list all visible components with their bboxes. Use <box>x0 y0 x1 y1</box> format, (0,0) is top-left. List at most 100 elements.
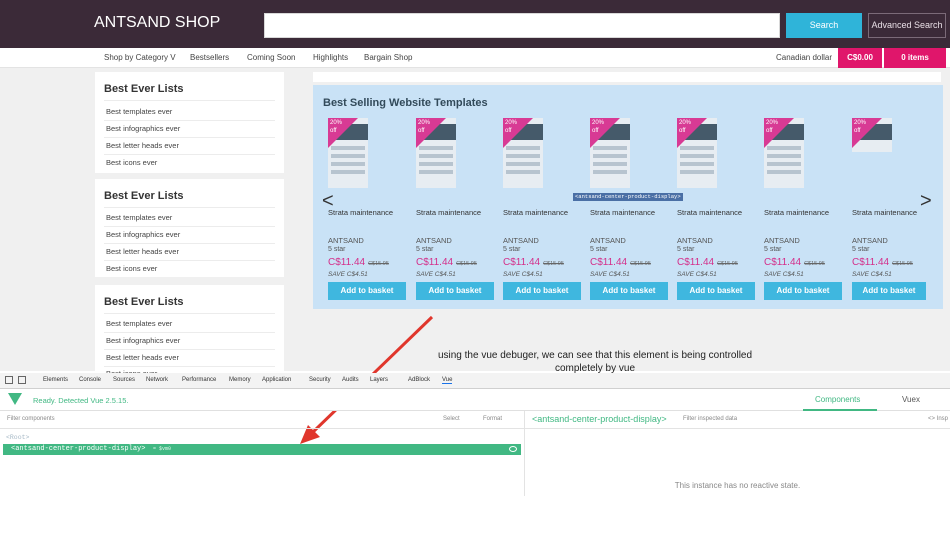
devtab-performance[interactable]: Performance <box>182 377 216 383</box>
tab-components[interactable]: Components <box>815 395 860 404</box>
divider <box>104 366 275 367</box>
divider <box>104 349 275 350</box>
add-to-basket-button[interactable]: Add to basket <box>764 282 842 300</box>
divider <box>104 137 275 138</box>
old-price: C$15.95 <box>892 261 913 267</box>
search-button[interactable]: Search <box>786 13 862 38</box>
product-rating: 5 star <box>677 246 695 253</box>
old-price: C$15.95 <box>368 261 389 267</box>
devtab-layers[interactable]: Layers <box>370 377 388 383</box>
product-name[interactable]: Strata maintenance <box>328 208 393 217</box>
devtab-network[interactable]: Network <box>146 377 168 383</box>
vue-devtools-header: Ready. Detected Vue 2.5.15. Components V… <box>0 389 950 411</box>
shop-nav: Shop by Category V Bestsellers Coming So… <box>0 48 950 68</box>
best-ever-panel: Best Ever Lists Best templates ever Best… <box>95 179 284 277</box>
currency-selector[interactable]: Canadian dollar <box>776 53 832 62</box>
panel-link[interactable]: Best infographics ever <box>106 336 180 345</box>
root-node[interactable]: <Root> <box>6 434 29 441</box>
devtab-sources[interactable]: Sources <box>113 377 135 383</box>
discount-badge-text: 20% off <box>330 120 343 134</box>
product-name[interactable]: Strata maintenance <box>503 208 568 217</box>
panel-link[interactable]: Best letter heads ever <box>106 247 179 256</box>
add-to-basket-button[interactable]: Add to basket <box>503 282 581 300</box>
panel-link[interactable]: Best templates ever <box>106 107 172 116</box>
inspect-dom-button[interactable]: <> Insp <box>928 416 948 422</box>
product-price: C$11.44 C$15.95 <box>416 257 477 268</box>
product-rating: 5 star <box>503 246 521 253</box>
product-name[interactable]: Strata maintenance <box>590 208 655 217</box>
inspect-element-icon[interactable] <box>5 376 13 384</box>
divider <box>104 260 275 261</box>
nav-shop-by-category[interactable]: Shop by Category V <box>104 53 176 62</box>
nav-highlights[interactable]: Highlights <box>313 53 348 62</box>
add-to-basket-button[interactable]: Add to basket <box>677 282 755 300</box>
devtab-application[interactable]: Application <box>262 377 291 383</box>
inspected-component-name: <antsand-center-product-display> <box>532 414 667 424</box>
shop-logo[interactable]: ANTSAND SHOP <box>94 14 220 32</box>
panel-link[interactable]: Best infographics ever <box>106 124 180 133</box>
no-state-message: This instance has no reactive state. <box>674 481 801 490</box>
component-name: <antsand-center-product-display> <box>11 445 146 453</box>
old-price: C$15.95 <box>717 261 738 267</box>
cart-items[interactable]: 0 items <box>884 48 946 68</box>
product-brand: ANTSAND <box>852 236 888 245</box>
devtab-audits[interactable]: Audits <box>342 377 359 383</box>
old-price: C$15.95 <box>543 261 564 267</box>
product-name[interactable]: Strata maintenance <box>677 208 742 217</box>
divider <box>104 313 275 314</box>
product-savings: SAVE C$4.51 <box>503 271 543 278</box>
product-price: C$11.44 C$15.95 <box>328 257 389 268</box>
format-button[interactable]: Format <box>483 416 502 422</box>
nav-bargain-shop[interactable]: Bargain Shop <box>364 53 412 62</box>
add-to-basket-button[interactable]: Add to basket <box>852 282 926 300</box>
product-price: C$11.44 C$15.95 <box>677 257 738 268</box>
vue-component-highlight-label: <antsand-center-product-display> <box>573 193 683 201</box>
product-card: 20% off Strata maintenance ANTSAND 5 star… <box>575 116 668 306</box>
panel-link[interactable]: Best templates ever <box>106 213 172 222</box>
panel-link[interactable]: Best letter heads ever <box>106 353 179 362</box>
panel-link[interactable]: Best letter heads ever <box>106 141 179 150</box>
nav-bestsellers[interactable]: Bestsellers <box>190 53 229 62</box>
devtab-console[interactable]: Console <box>79 377 101 383</box>
filter-inspected-input[interactable]: Filter inspected data <box>683 416 737 422</box>
divider <box>104 154 275 155</box>
discount-badge-text: 20% off <box>679 120 692 134</box>
best-ever-panel: Best Ever Lists Best templates ever Best… <box>95 72 284 173</box>
eye-icon[interactable] <box>509 446 517 452</box>
carousel-next-icon[interactable]: > <box>920 190 932 213</box>
select-button[interactable]: Select <box>443 416 460 422</box>
panel-link[interactable]: Best infographics ever <box>106 230 180 239</box>
product-name[interactable]: Strata maintenance <box>852 208 917 217</box>
devtab-adblock[interactable]: AdBlock <box>408 377 430 383</box>
product-savings: SAVE C$4.51 <box>764 271 804 278</box>
device-toolbar-icon[interactable] <box>18 376 26 384</box>
devtab-elements[interactable]: Elements <box>43 377 68 383</box>
product-name[interactable]: Strata maintenance <box>416 208 481 217</box>
panel-link[interactable]: Best icons ever <box>106 158 157 167</box>
tab-vuex[interactable]: Vuex <box>902 395 920 404</box>
advanced-search-button[interactable]: Advanced Search <box>868 13 946 38</box>
content-strip <box>313 72 941 82</box>
discount-badge-text: 20% off <box>592 120 605 134</box>
search-input[interactable] <box>264 13 780 38</box>
panel-link[interactable]: Best templates ever <box>106 319 172 328</box>
devtab-vue[interactable]: Vue <box>442 377 453 384</box>
add-to-basket-button[interactable]: Add to basket <box>416 282 494 300</box>
add-to-basket-button[interactable]: Add to basket <box>590 282 668 300</box>
filter-components-input[interactable]: Filter components <box>7 416 55 422</box>
vue-status: Ready. Detected Vue 2.5.15. <box>33 396 129 405</box>
product-card: 20% off Strata maintenance ANTSAND 5 star… <box>488 116 581 306</box>
nav-coming-soon[interactable]: Coming Soon <box>247 53 295 62</box>
product-card: 20% off Strata maintenance ANTSAND 5 star… <box>313 116 406 306</box>
component-tree-row[interactable]: <antsand-center-product-display> = $vm0 <box>3 444 521 455</box>
cart-total[interactable]: C$0.00 <box>838 48 882 68</box>
devtab-security[interactable]: Security <box>309 377 331 383</box>
section-title: Best Selling Website Templates <box>323 97 488 109</box>
add-to-basket-button[interactable]: Add to basket <box>328 282 406 300</box>
panel-title: Best Ever Lists <box>104 190 184 202</box>
panel-link[interactable]: Best icons ever <box>106 264 157 273</box>
product-savings: SAVE C$4.51 <box>852 271 892 278</box>
devtab-memory[interactable]: Memory <box>229 377 251 383</box>
product-brand: ANTSAND <box>764 236 800 245</box>
product-name[interactable]: Strata maintenance <box>764 208 829 217</box>
